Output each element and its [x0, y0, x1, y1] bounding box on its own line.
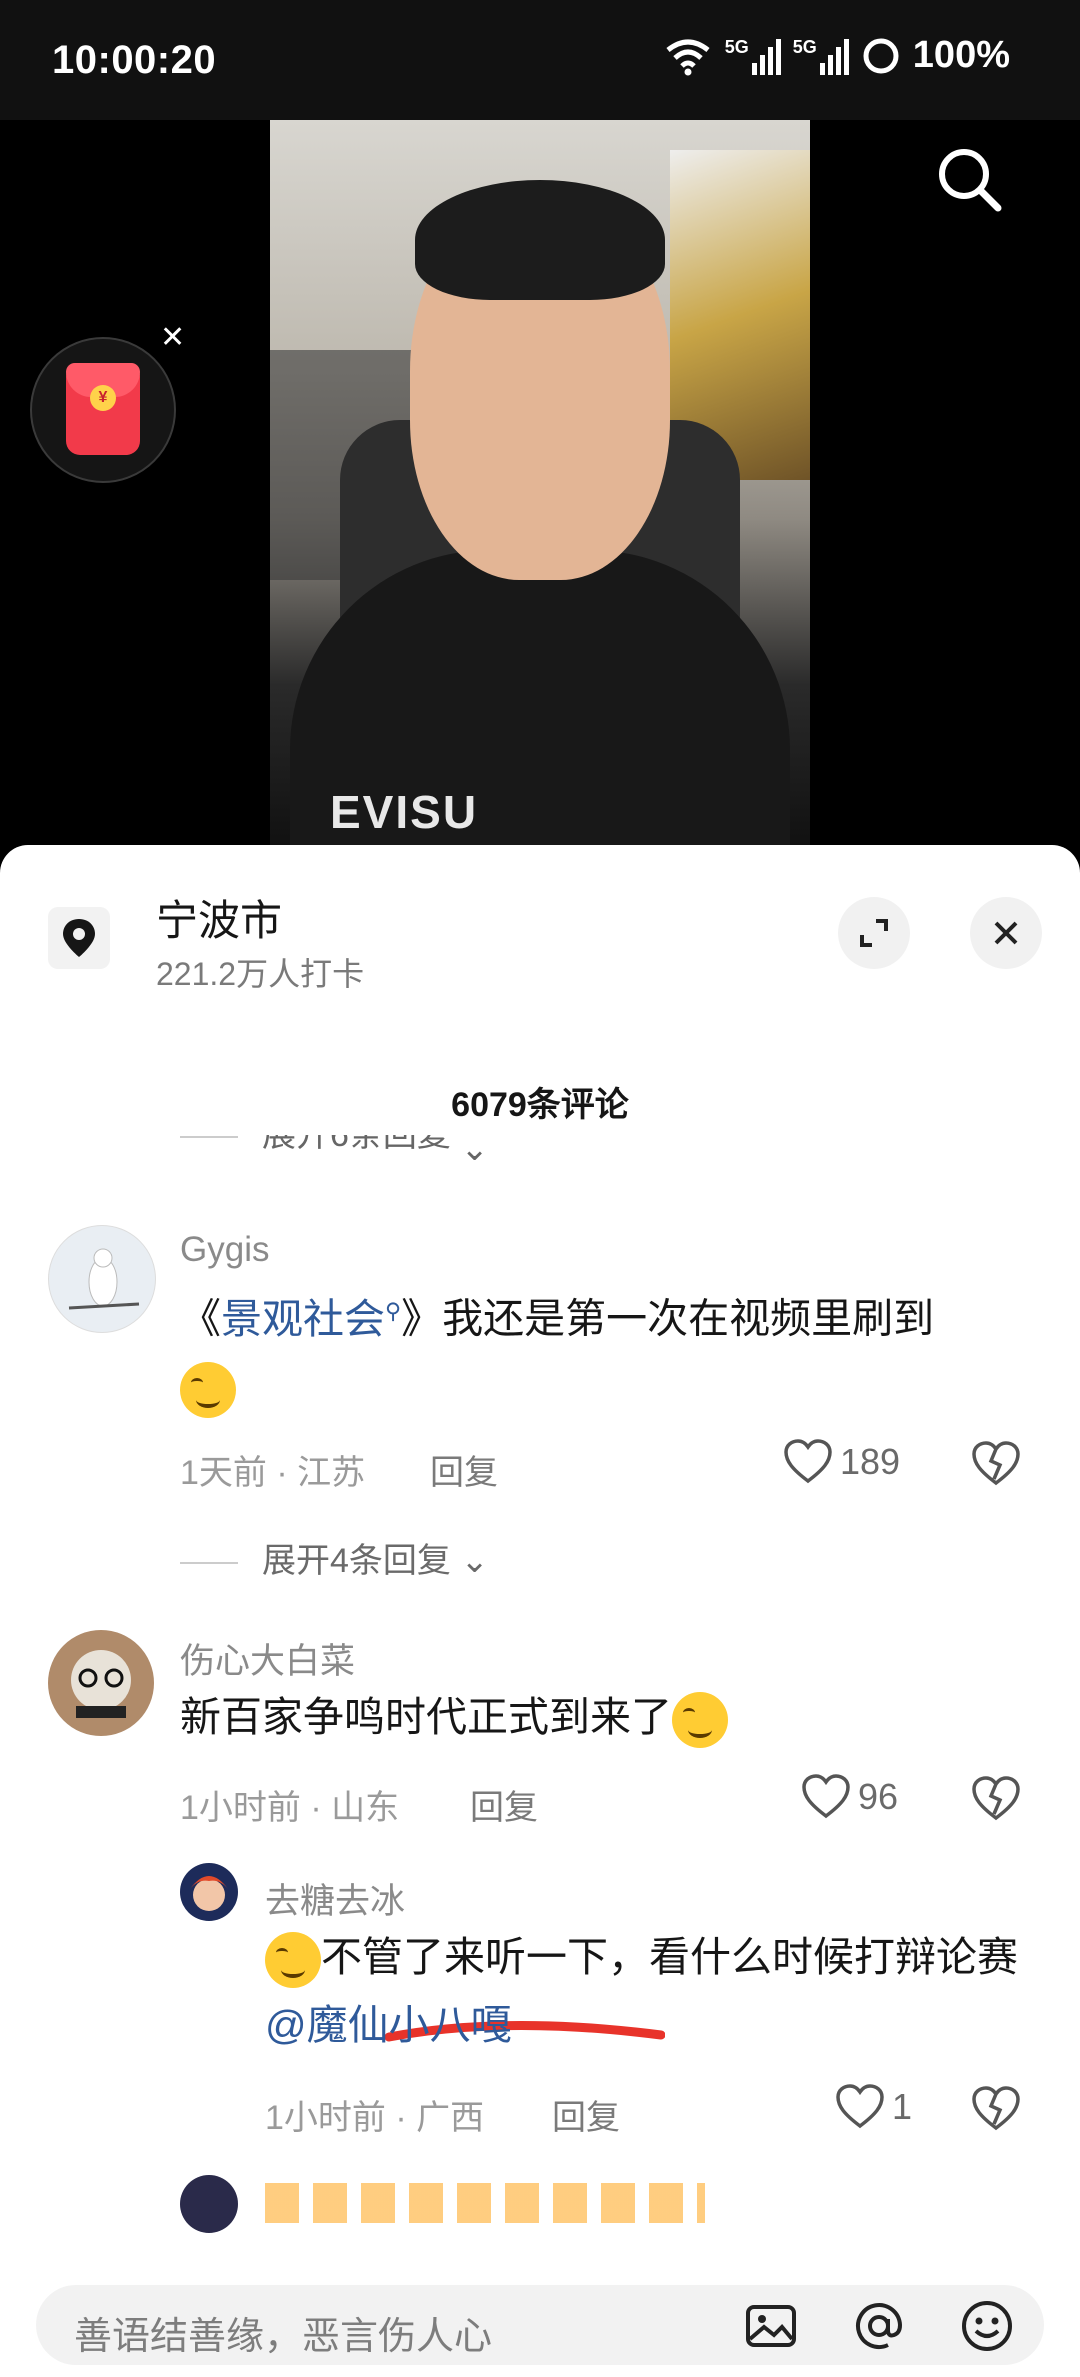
grin-emoji-icon [672, 1692, 728, 1749]
comment-username[interactable]: Gygis [180, 1230, 269, 1270]
red-packet-icon: ¥ [66, 363, 140, 455]
emoji-icon[interactable] [958, 2297, 1016, 2355]
expand-icon [860, 919, 888, 947]
location-checkins: 221.2万人打卡 [156, 956, 365, 992]
battery-percent: 100% [912, 34, 1010, 76]
person-hair [415, 180, 665, 300]
expand-replies-button[interactable]: 展开4条回复 ⌄ [180, 1533, 489, 1582]
avatar[interactable] [180, 1863, 238, 1921]
comment-meta: 1小时前 · 广西 [265, 2099, 485, 2137]
comment-username[interactable]: 去糖去冰 [265, 1873, 405, 1924]
search-link[interactable]: 景观社会⚲ [221, 1296, 401, 1342]
close-sheet-button[interactable] [970, 897, 1042, 969]
reply-button[interactable]: 回复 [430, 1445, 498, 1494]
red-packet-close-icon[interactable]: ✕ [160, 320, 185, 355]
red-packet-button[interactable]: ¥ [30, 337, 176, 483]
comment-meta: 1小时前 · 山东 [180, 1789, 400, 1827]
shirt-print: EVISU [330, 786, 479, 838]
comment-text: 不管了来听一下，看什么时候打辩论赛@魔仙小八嘎 [265, 1932, 1018, 2048]
dislike-icon[interactable] [970, 2084, 1022, 2134]
bird-avatar-icon [68, 1248, 140, 1310]
video-player[interactable]: EVISU [0, 120, 1080, 845]
comment-meta: 1天前 · 江苏 [180, 1454, 366, 1492]
reply-button[interactable]: 回复 [552, 2090, 620, 2139]
heart-icon [784, 1439, 832, 1484]
grin-emoji-icon [180, 1361, 236, 1418]
expand-sheet-button[interactable] [838, 897, 910, 969]
comments-sheet: 宁波市 221.2万人打卡 6079条评论 展开6条回复 ⌄ Gygis 《景观… [0, 845, 1080, 2377]
close-icon [994, 921, 1018, 945]
partial-reply-emojis [265, 2183, 705, 2223]
search-icon[interactable] [930, 140, 1010, 220]
heart-icon [836, 2084, 884, 2129]
status-bar: 10:00:20 5G 5G 100% [0, 0, 1080, 120]
wifi-icon [666, 39, 710, 75]
grin-emoji-icon [265, 1932, 321, 1989]
avatar[interactable] [180, 2175, 238, 2233]
expand-replies-partial[interactable]: 展开6条回复 ⌄ [180, 1135, 580, 1165]
avatar[interactable] [48, 1630, 154, 1736]
avatar[interactable] [48, 1225, 156, 1333]
like-button[interactable]: 189 [782, 1437, 900, 1487]
signal-2-icon: 5G [793, 37, 849, 75]
like-button[interactable]: 1 [834, 2082, 912, 2132]
like-button[interactable]: 96 [800, 1772, 898, 1822]
status-icons: 5G 5G 100% [663, 34, 1010, 77]
mention-link[interactable]: @魔仙小八嘎 [265, 2002, 512, 2048]
location-name[interactable]: 宁波市 [156, 887, 282, 948]
mention-icon[interactable] [850, 2297, 908, 2355]
signal-1-icon: 5G [725, 37, 781, 75]
comment-username[interactable]: 伤心大白菜 [180, 1633, 355, 1684]
image-icon[interactable] [742, 2297, 800, 2355]
anime-avatar-icon [190, 1876, 228, 1911]
reply-button[interactable]: 回复 [470, 1780, 538, 1829]
comment-text: 《景观社会⚲》我还是第一次在视频里刷到 [180, 1277, 1040, 1421]
comments-count: 6079条评论 [451, 1086, 629, 1124]
dislike-icon[interactable] [970, 1774, 1022, 1824]
status-time: 10:00:20 [52, 38, 217, 82]
comment-input-placeholder: 善语结善缘，恶言伤人心 [74, 2316, 493, 2358]
bear-avatar-icon [71, 1650, 131, 1718]
video-frame: EVISU [270, 120, 810, 845]
comment-composer: 善语结善缘，恶言伤人心 [0, 2285, 1080, 2377]
heart-icon [802, 1774, 850, 1819]
dislike-icon[interactable] [970, 1439, 1022, 1489]
comment-text: 新百家争鸣时代正式到来了 [180, 1683, 1040, 1751]
comment-input[interactable]: 善语结善缘，恶言伤人心 [36, 2285, 1044, 2365]
battery-icon [863, 38, 899, 73]
location-pin-icon [48, 907, 110, 969]
